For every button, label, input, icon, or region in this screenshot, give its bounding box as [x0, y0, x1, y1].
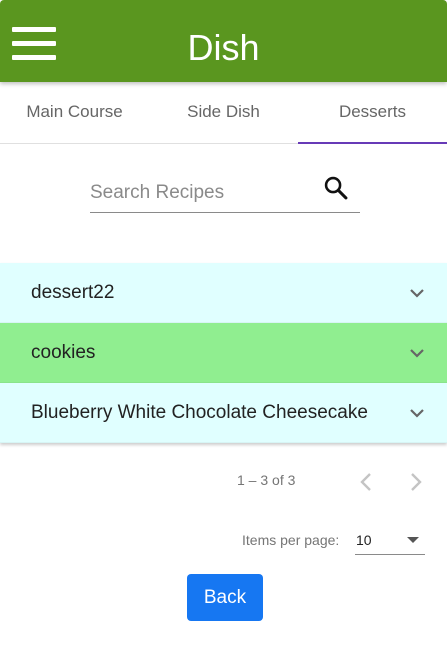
chevron-down-icon[interactable]	[409, 287, 425, 299]
search-input[interactable]	[90, 178, 320, 208]
recipe-name: dessert22	[31, 282, 115, 303]
chevron-down-icon[interactable]	[409, 407, 425, 419]
recipe-row[interactable]: Blueberry White Chocolate Cheesecake	[0, 383, 447, 443]
app-title: Dish	[187, 27, 260, 68]
recipe-name: Blueberry White Chocolate Cheesecake	[31, 402, 368, 423]
tab-side-dish[interactable]: Side Dish	[149, 82, 298, 143]
search-field	[90, 172, 360, 213]
dropdown-arrow-icon	[407, 537, 419, 543]
items-per-page-label: Items per page:	[242, 532, 340, 548]
recipe-row[interactable]: dessert22	[0, 263, 447, 323]
chevron-down-icon[interactable]	[409, 347, 425, 359]
next-page-icon[interactable]	[404, 468, 428, 496]
items-per-page-select[interactable]: 10	[355, 524, 425, 555]
recipe-list: dessert22 cookies Blueberry White Chocol…	[0, 263, 447, 443]
tab-desserts[interactable]: Desserts	[298, 82, 447, 144]
paginator-range-label: 1 – 3 of 3	[237, 472, 296, 488]
tab-main-course[interactable]: Main Course	[0, 82, 149, 143]
back-button[interactable]: Back	[187, 574, 263, 621]
previous-page-icon[interactable]	[354, 468, 378, 496]
search-icon[interactable]	[322, 174, 350, 202]
items-per-page-value: 10	[356, 532, 372, 548]
category-tabs: Main Course Side Dish Desserts	[0, 82, 447, 144]
recipe-row[interactable]: cookies	[0, 323, 447, 383]
app-toolbar: Dish	[0, 0, 447, 82]
recipe-name: cookies	[31, 342, 96, 363]
